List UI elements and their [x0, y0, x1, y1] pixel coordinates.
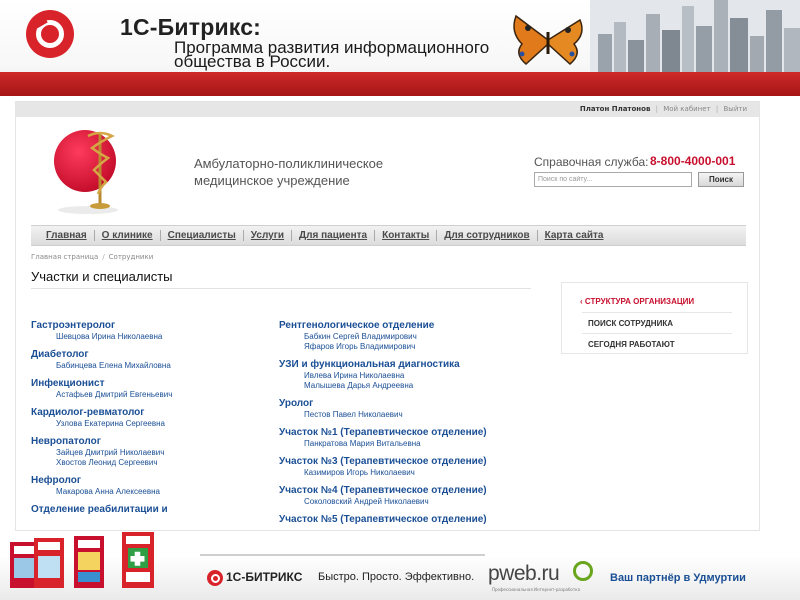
department-link[interactable]: УЗИ и функциональная диагностика: [279, 359, 539, 371]
user-bar: Платон Платонов | Мой кабинет | Выйти: [16, 102, 759, 117]
staff-link[interactable]: Казимиров Игорь Николаевич: [279, 468, 539, 478]
bitrix-footer-logo-icon: [207, 570, 223, 586]
website-frame: Платон Платонов | Мой кабинет | Выйти Ам…: [15, 101, 760, 531]
breadcrumb-home[interactable]: Главная страница: [31, 253, 98, 261]
staff-link[interactable]: Соколовский Андрей Николаевич: [279, 497, 539, 507]
main-navigation: Главная О клинике Специалисты Услуги Для…: [31, 225, 746, 246]
product-boxes-image: [10, 532, 154, 588]
nav-for-patient[interactable]: Для пациента: [292, 230, 374, 241]
nav-services[interactable]: Услуги: [244, 230, 291, 241]
department-link[interactable]: Участок №3 (Терапевтическое отделение): [279, 456, 539, 468]
department-link[interactable]: Инфекционист: [31, 378, 271, 390]
breadcrumb-separator: /: [102, 253, 105, 261]
pweb-logo[interactable]: pweb.ru: [488, 562, 560, 586]
department-link[interactable]: Участок №5 (Терапевтическое отделение): [279, 514, 539, 526]
list-item: Нефролог Макарова Анна Алексеевна: [31, 475, 271, 497]
nav-contacts[interactable]: Контакты: [375, 230, 436, 241]
page-title: Участки и специалисты: [31, 269, 173, 284]
sidebar-divider: [582, 333, 732, 334]
nav-sitemap[interactable]: Карта сайта: [538, 230, 611, 241]
list-item: Диабетолог Бабинцева Елена Михайловна: [31, 349, 271, 371]
list-item: УЗИ и функциональная диагностика Ивлева …: [279, 359, 539, 391]
footer-partner-text: Ваш партнёр в Удмуртии: [610, 572, 746, 584]
department-link[interactable]: Уролог: [279, 398, 539, 410]
logout-link[interactable]: Выйти: [723, 105, 747, 113]
department-link[interactable]: Отделение реабилитации и: [31, 504, 271, 516]
list-item: Участок №5 (Терапевтическое отделение): [279, 514, 539, 526]
list-item: Невропатолог Зайцев Дмитрий Николаевич Х…: [31, 436, 271, 468]
list-item: Рентгенологическое отделение Бабкин Серг…: [279, 320, 539, 352]
brand-subtitle-line2: общества в России.: [174, 52, 331, 71]
department-link[interactable]: Участок №1 (Терапевтическое отделение): [279, 427, 539, 439]
help-phone-number: 8-800-4000-001: [650, 154, 736, 168]
staff-link[interactable]: Узлова Екатерина Сергеевна: [31, 419, 271, 429]
list-item: Уролог Пестов Павел Николаевич: [279, 398, 539, 420]
list-item: Отделение реабилитации и: [31, 504, 271, 516]
sidebar-item-structure[interactable]: ‹ СТРУКТУРА ОРГАНИЗАЦИИ: [580, 297, 694, 306]
list-item: Гастроэнтеролог Шевцова Ирина Николаевна: [31, 320, 271, 342]
sidebar-item-label: СТРУКТУРА ОРГАНИЗАЦИИ: [584, 297, 695, 306]
list-item: Участок №4 (Терапевтическое отделение) С…: [279, 485, 539, 507]
staff-link[interactable]: Бабинцева Елена Михайловна: [31, 361, 271, 371]
staff-link[interactable]: Шевцова Ирина Николаевна: [31, 332, 271, 342]
chevron-left-icon: ‹: [580, 297, 583, 306]
department-link[interactable]: Кардиолог-ревматолог: [31, 407, 271, 419]
my-cabinet-link[interactable]: Мой кабинет: [663, 105, 710, 113]
departments-column-left: Гастроэнтеролог Шевцова Ирина Николаевна…: [31, 320, 271, 523]
nav-for-staff[interactable]: Для сотрудников: [437, 230, 536, 241]
department-link[interactable]: Нефролог: [31, 475, 271, 487]
footer-slogan: Быстро. Просто. Эффективно.: [318, 571, 475, 583]
staff-link[interactable]: Малышева Дарья Андреевна: [279, 381, 539, 391]
list-item: Инфекционист Астафьев Дмитрий Евгеньевич: [31, 378, 271, 400]
department-link[interactable]: Гастроэнтеролог: [31, 320, 271, 332]
banner-red-bar: [0, 72, 800, 96]
list-item: Участок №3 (Терапевтическое отделение) К…: [279, 456, 539, 478]
department-link[interactable]: Рентгенологическое отделение: [279, 320, 539, 332]
nav-about[interactable]: О клинике: [95, 230, 160, 241]
breadcrumb-current: Сотрудники: [108, 253, 154, 261]
staff-link[interactable]: Макарова Анна Алексеевна: [31, 487, 271, 497]
list-item: Участок №1 (Терапевтическое отделение) П…: [279, 427, 539, 449]
clinic-name-line2: медицинское учреждение: [194, 173, 350, 188]
staff-link[interactable]: Астафьев Дмитрий Евгеньевич: [31, 390, 271, 400]
help-service-label: Справочная служба:: [534, 155, 649, 169]
caduceus-icon: [87, 131, 115, 209]
footer-divider: [200, 554, 485, 556]
footer-brand: 1С-БИТРИКС: [226, 570, 303, 584]
user-name: Платон Платонов: [579, 105, 651, 113]
list-item: Кардиолог-ревматолог Узлова Екатерина Се…: [31, 407, 271, 429]
nav-home[interactable]: Главная: [39, 230, 94, 241]
sidebar-item-today-working[interactable]: СЕГОДНЯ РАБОТАЮТ: [588, 340, 675, 349]
department-link[interactable]: Невропатолог: [31, 436, 271, 448]
department-link[interactable]: Диабетолог: [31, 349, 271, 361]
staff-link[interactable]: Зайцев Дмитрий Николаевич: [31, 448, 271, 458]
department-link[interactable]: Участок №4 (Терапевтическое отделение): [279, 485, 539, 497]
staff-link[interactable]: Яфаров Игорь Владимирович: [279, 342, 539, 352]
staff-link[interactable]: Панкратова Мария Витальевна: [279, 439, 539, 449]
pweb-subtitle: Профессиональная Интернет-разработка: [492, 587, 581, 592]
butterfly-icon: [513, 14, 583, 65]
userbar-separator: |: [655, 105, 658, 113]
site-search-input[interactable]: [534, 172, 692, 187]
userbar-separator: |: [715, 105, 719, 113]
sidebar-menu: ‹ СТРУКТУРА ОРГАНИЗАЦИИ ПОИСК СОТРУДНИКА…: [561, 282, 748, 354]
breadcrumb: Главная страница / Сотрудники: [31, 253, 153, 261]
sidebar-divider: [582, 312, 732, 313]
staff-link[interactable]: Ивлева Ирина Николаевна: [279, 371, 539, 381]
departments-column-right: Рентгенологическое отделение Бабкин Серг…: [279, 320, 539, 530]
pweb-ring-icon: [573, 561, 593, 581]
staff-link[interactable]: Бабкин Сергей Владимирович: [279, 332, 539, 342]
presentation-slide: 1С-Битрикс: Программа развития информаци…: [0, 0, 800, 600]
nav-specialists[interactable]: Специалисты: [161, 230, 243, 241]
search-button[interactable]: Поиск: [698, 172, 744, 187]
bitrix-logo-icon: [26, 10, 74, 58]
staff-link[interactable]: Хвостов Леонид Сергеевич: [31, 458, 271, 468]
clinic-name-line1: Амбулаторно-поликлиническое: [194, 156, 384, 171]
title-divider: [31, 288, 531, 289]
brand-title: 1С-Битрикс:: [120, 14, 262, 40]
staff-link[interactable]: Пестов Павел Николаевич: [279, 410, 539, 420]
city-skyline-image: [590, 0, 800, 72]
top-banner: 1С-Битрикс: Программа развития информаци…: [0, 0, 800, 96]
sidebar-item-search-employee[interactable]: ПОИСК СОТРУДНИКА: [588, 319, 673, 328]
